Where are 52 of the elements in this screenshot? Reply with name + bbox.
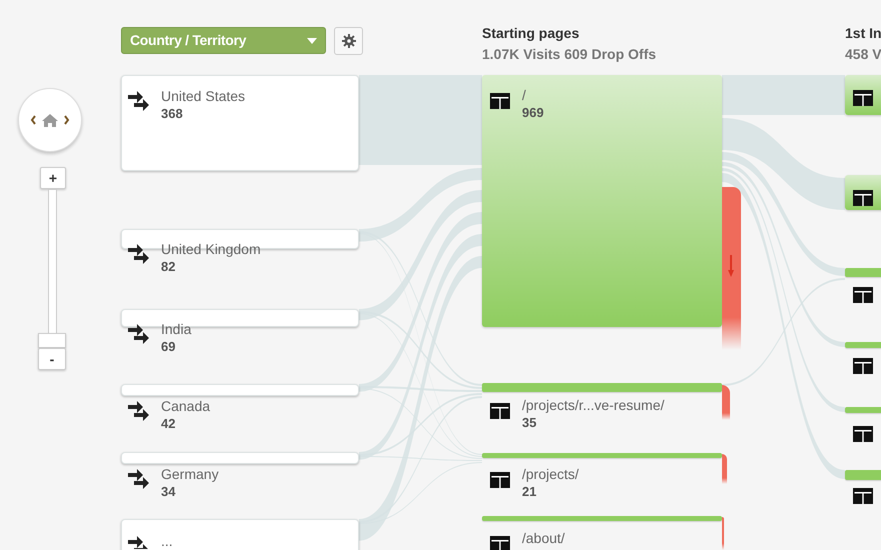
home-icon (30, 112, 70, 128)
page-icon (853, 488, 873, 504)
drop-off-arrow-icon (728, 255, 734, 277)
page-path: /projects/r...ve-resume/ (522, 397, 664, 414)
visit-count: 42 (161, 415, 176, 432)
arrows-icon (128, 323, 149, 347)
arrows-icon (128, 90, 149, 114)
zoom-in-button[interactable]: + (40, 167, 66, 189)
column-title: Starting pages (482, 24, 580, 43)
column-title: 1st In (845, 24, 881, 43)
country-name: Germany (161, 466, 219, 483)
drop-off-bar (722, 385, 730, 420)
visit-count: 969 (522, 104, 544, 121)
country-name: ... (161, 533, 173, 550)
page-icon (490, 536, 510, 550)
arrows-icon (128, 535, 149, 549)
page-node-bar (845, 407, 881, 413)
country-name: Canada (161, 398, 210, 415)
page-icon (853, 287, 873, 303)
arrows-icon (128, 400, 149, 424)
page-node-bar (845, 268, 881, 277)
country-name: United Kingdom (161, 241, 261, 258)
page-icon (490, 93, 510, 109)
page-node-bar (845, 342, 881, 348)
visit-count: 69 (161, 338, 176, 355)
settings-icon (342, 34, 356, 48)
page-icon (490, 403, 510, 419)
page-icon (853, 358, 873, 374)
page-icon (490, 472, 510, 488)
visit-count: 82 (161, 258, 176, 275)
settings-button[interactable] (334, 27, 363, 55)
arrows-icon (128, 468, 149, 492)
page-icon (853, 90, 873, 106)
zoom-out-button[interactable]: - (38, 348, 66, 370)
zoom-slider-handle[interactable] (38, 333, 66, 348)
page-icon (853, 426, 873, 442)
page-path: /about/ (522, 530, 565, 547)
arrows-icon (128, 243, 149, 267)
country-name: India (161, 321, 192, 338)
page-icon (853, 190, 873, 206)
page-path: / (522, 87, 526, 104)
country-name: United States (161, 88, 246, 105)
caret-icon (307, 38, 317, 44)
pan-home-control[interactable] (18, 88, 82, 152)
visit-count: 35 (522, 414, 536, 431)
column-summary: 1.07K Visits 609 Drop Offs (482, 45, 656, 64)
page-path: /projects/ (522, 466, 579, 483)
visit-count: 34 (161, 483, 176, 500)
page-node-bar (845, 470, 881, 480)
visit-count: 21 (522, 483, 536, 500)
drop-off-bar (722, 454, 727, 484)
visit-count: 368 (161, 105, 183, 122)
